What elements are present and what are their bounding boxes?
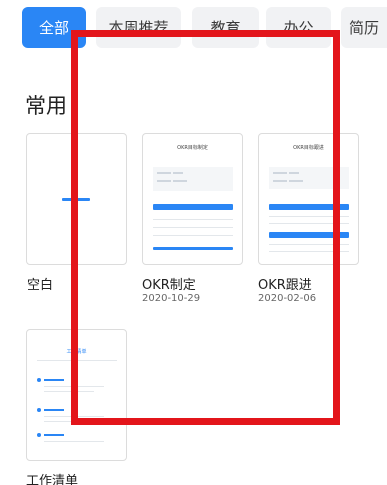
thumb-row (153, 235, 233, 236)
thumb-bullet (37, 378, 41, 382)
thumb-bullet (37, 433, 41, 437)
thumb-bar (153, 204, 233, 210)
thumb-line (157, 172, 171, 174)
thumb-row (269, 216, 349, 217)
thumb-line (173, 172, 183, 174)
template-card-okr-track[interactable]: OKR目标跟进 (258, 133, 359, 265)
category-tabs: 全部 本周推荐 教育 办公 简历 (0, 0, 387, 60)
thumb-line (273, 180, 287, 182)
blank-template-line (62, 198, 90, 201)
template-card-work-list[interactable]: 工作清单 (26, 329, 127, 461)
thumb-title: 工作清单 (66, 349, 87, 355)
tab-office[interactable]: 办公 (266, 7, 331, 48)
thumb-line (289, 172, 299, 174)
tab-weekly-recommend[interactable]: 本周推荐 (96, 7, 181, 48)
template-title-okr-track: OKR跟进 (258, 278, 312, 293)
thumb-line (173, 180, 187, 182)
thumb-title: OKR目标制定 (177, 145, 208, 151)
tab-all[interactable]: 全部 (22, 7, 86, 48)
thumb-row (269, 251, 349, 252)
thumb-row (153, 227, 233, 228)
thumb-title: OKR目标跟进 (293, 145, 324, 151)
template-title-work-list: 工作清单 (26, 474, 79, 485)
thumb-bar (269, 232, 349, 238)
tab-education[interactable]: 教育 (192, 7, 259, 48)
thumb-bar (153, 247, 233, 250)
thumb-row (44, 391, 94, 392)
thumb-info-box (153, 167, 233, 191)
template-date-okr-track: 2020-02-06 (258, 293, 317, 304)
thumb-row (37, 360, 117, 361)
thumb-row (269, 223, 349, 224)
tab-resume[interactable]: 简历 (341, 7, 387, 48)
template-title-okr-plan: OKR制定 (142, 278, 196, 293)
thumb-row (44, 421, 94, 422)
thumb-row (44, 441, 104, 442)
thumb-row (44, 386, 104, 387)
thumb-bullet (37, 408, 41, 412)
template-card-okr-plan[interactable]: OKR目标制定 (142, 133, 243, 265)
template-title-blank: 空白 (27, 278, 54, 293)
thumb-line (44, 409, 64, 411)
thumb-info-box (269, 167, 349, 189)
template-card-blank[interactable] (26, 133, 127, 265)
thumb-line (44, 434, 64, 436)
section-title-frequent: 常用 (25, 94, 67, 118)
thumb-line (44, 379, 64, 381)
thumb-row (44, 416, 104, 417)
thumb-row (153, 219, 233, 220)
template-date-okr-plan: 2020-10-29 (142, 293, 201, 304)
thumb-row (269, 244, 349, 245)
thumb-bar (269, 204, 349, 210)
template-picker-screen: 全部 本周推荐 教育 办公 简历 常用 空白 OKR目标制定 OKR制定 202… (0, 0, 387, 485)
thumb-line (273, 172, 287, 174)
thumb-line (289, 180, 303, 182)
thumb-line (157, 180, 171, 182)
